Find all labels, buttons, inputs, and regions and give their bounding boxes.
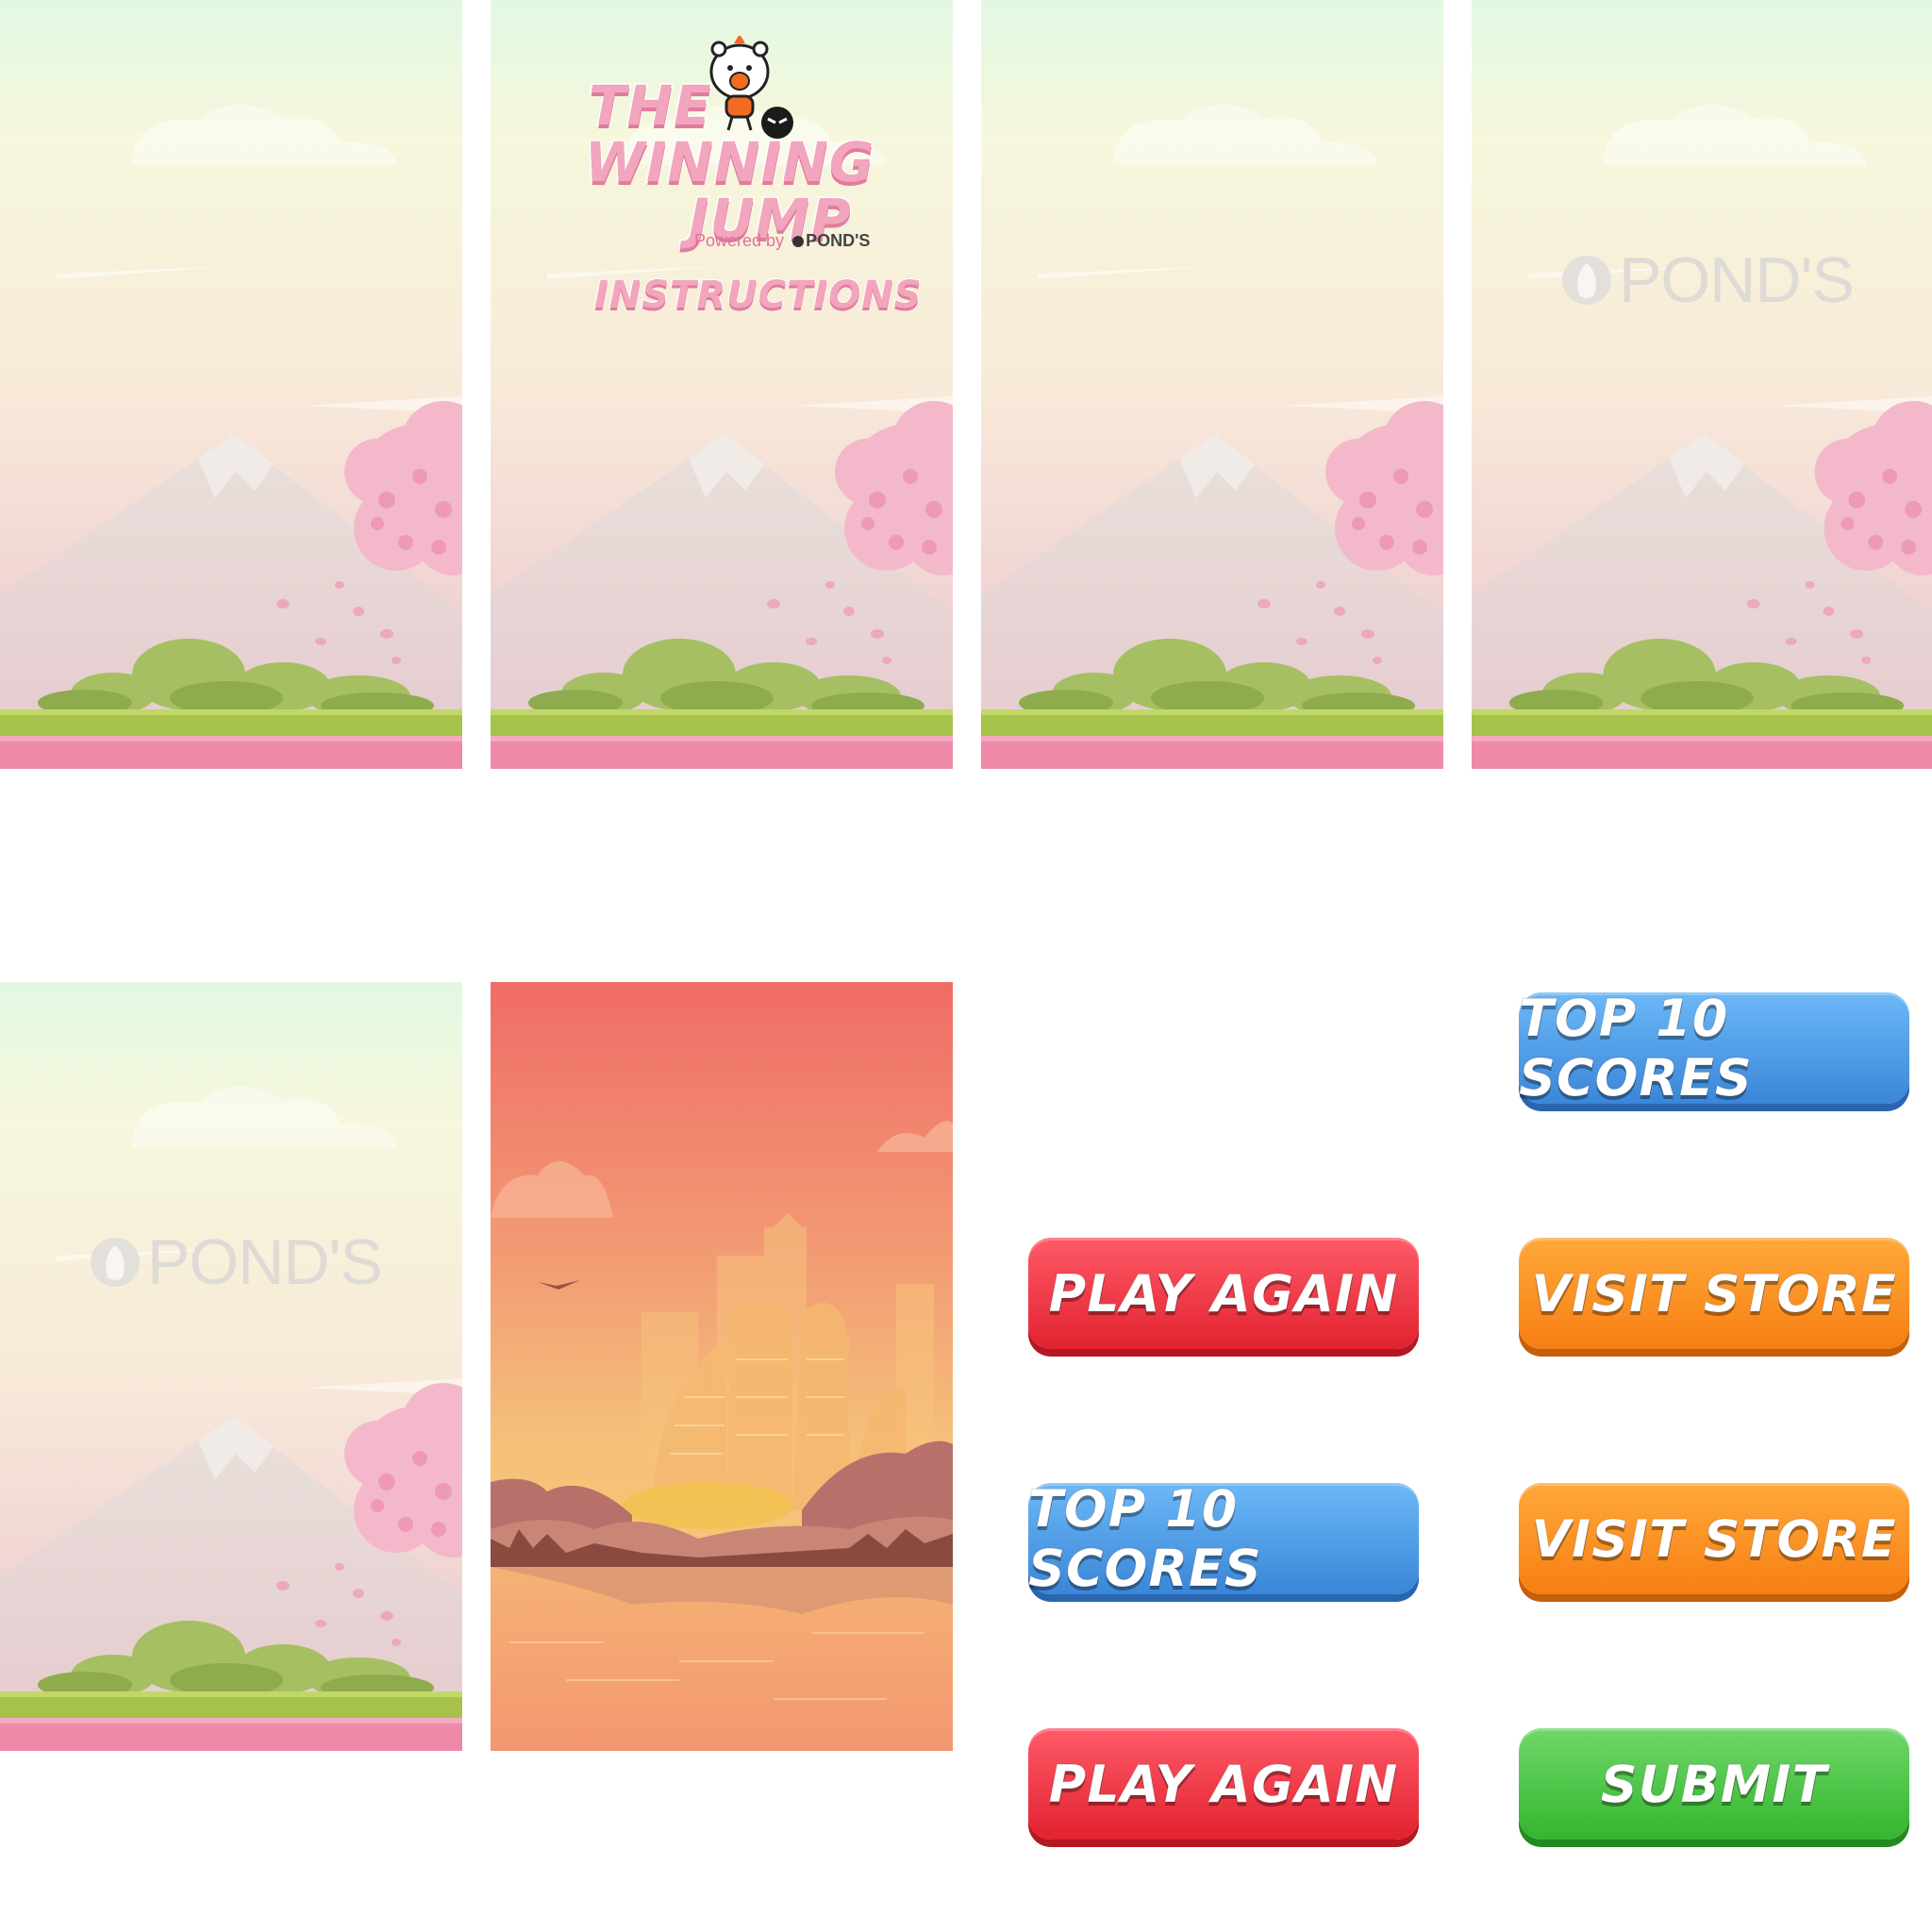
top-10-scores-button-2[interactable]: TOP 10 SCORES <box>1028 1479 1419 1599</box>
ponds-logo-text: POND'S <box>147 1226 383 1298</box>
ponds-small-logo-icon <box>792 236 805 247</box>
ponds-logo: POND'S <box>89 1225 383 1299</box>
top-10-scores-button[interactable]: TOP 10 SCORES <box>1519 989 1909 1108</box>
ponds-leaf-icon <box>91 1238 140 1287</box>
title-screen-panel: THE WINNING JUMP Powered by POND'S INSTR… <box>491 0 953 769</box>
city-sunset-panel <box>491 982 953 1751</box>
ponds-logo: POND'S <box>1560 243 1855 317</box>
game-title-line2: WINNING <box>584 130 875 194</box>
game-title-line1: THE <box>588 74 713 138</box>
play-again-button[interactable]: PLAY AGAIN <box>1028 1238 1419 1349</box>
ponds-leaf-icon <box>1562 256 1611 305</box>
ponds-logo-panel-2: POND'S <box>0 982 462 1751</box>
play-again-button-2[interactable]: PLAY AGAIN <box>1028 1728 1419 1840</box>
game-title: THE WINNING JUMP <box>584 74 875 249</box>
background-panel-1 <box>0 0 462 769</box>
ponds-logo-panel-1: POND'S <box>1472 0 1932 769</box>
title-block: THE WINNING JUMP Powered by POND'S INSTR… <box>491 0 953 769</box>
background-panel-3 <box>981 0 1443 769</box>
powered-by-label: Powered by POND'S <box>694 231 870 251</box>
powered-by-text: Powered by <box>694 231 785 250</box>
instructions-button[interactable]: INSTRUCTIONS <box>593 273 923 318</box>
powered-by-brand: POND'S <box>806 231 871 250</box>
ponds-logo-text: POND'S <box>1619 244 1855 316</box>
visit-store-button[interactable]: VISIT STORE <box>1519 1238 1909 1349</box>
submit-button[interactable]: SUBMIT <box>1519 1728 1909 1840</box>
visit-store-button-2[interactable]: VISIT STORE <box>1519 1483 1909 1594</box>
city-sunset-scene <box>491 982 953 1751</box>
